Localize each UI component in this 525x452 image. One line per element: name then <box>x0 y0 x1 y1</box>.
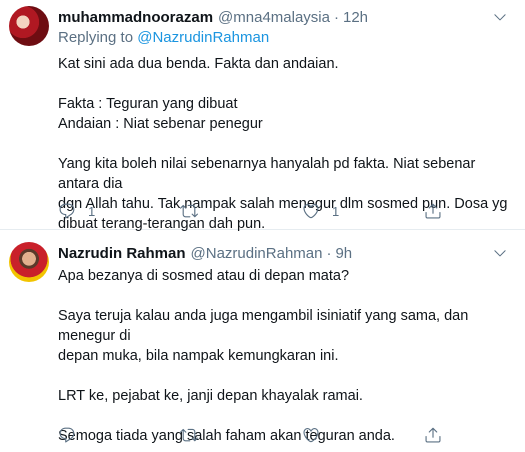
avatar[interactable] <box>9 242 49 282</box>
tweet-line: Andaian : Niat sebenar penegur <box>58 116 263 132</box>
share-button[interactable] <box>424 426 454 444</box>
separator-dot: · <box>326 244 332 262</box>
tweet-line: depan muka, bila nampak kemungkaran ini. <box>58 348 339 364</box>
replying-to-label: Replying to <box>58 29 134 46</box>
reply-count: 1 <box>88 203 96 219</box>
like-count: 1 <box>332 203 340 219</box>
retweet-button[interactable] <box>180 426 302 444</box>
heart-icon <box>303 204 319 219</box>
tweet-line: LRT ke, pejabat ke, janji depan khayalak… <box>58 388 363 404</box>
timestamp[interactable]: 12h <box>343 9 368 26</box>
retweet-icon <box>180 428 198 442</box>
tweet-2[interactable]: Nazrudin Rahman @NazrudinRahman · 9h Apa… <box>0 230 525 452</box>
reply-icon <box>59 427 75 443</box>
reply-button[interactable] <box>58 426 180 444</box>
replying-to-handle-link[interactable]: @NazrudinRahman <box>137 29 269 46</box>
tweet-1[interactable]: muhammadnoorazam @mna4malaysia · 12h Rep… <box>0 0 525 232</box>
tweet-line: Kat sini ada dua benda. Fakta dan andaia… <box>58 56 339 72</box>
retweet-button[interactable] <box>180 202 302 220</box>
author-handle[interactable]: @mna4malaysia <box>218 9 330 26</box>
tweet-content: Nazrudin Rahman @NazrudinRahman · 9h Apa… <box>58 242 513 446</box>
timestamp[interactable]: 9h <box>335 245 352 262</box>
author-handle[interactable]: @NazrudinRahman <box>191 245 323 262</box>
reply-button[interactable]: 1 <box>58 202 180 220</box>
heart-icon <box>303 428 319 443</box>
tweet-header: muhammadnoorazam @mna4malaysia · 12h <box>58 6 513 28</box>
share-button[interactable] <box>424 202 454 220</box>
author-name[interactable]: Nazrudin Rahman <box>58 245 186 262</box>
tweet-line: Fakta : Teguran yang dibuat <box>58 96 238 112</box>
share-icon <box>425 427 441 443</box>
tweet-header: Nazrudin Rahman @NazrudinRahman · 9h <box>58 242 513 264</box>
more-options-icon[interactable] <box>489 6 511 28</box>
like-button[interactable] <box>302 426 424 444</box>
tweet-line: Yang kita boleh nilai sebenarnya hanyala… <box>58 156 476 192</box>
tweet-actions: 1 1 <box>58 200 458 222</box>
tweet-actions <box>58 424 458 446</box>
tweet-text: Apa bezanya di sosmed atau di depan mata… <box>58 266 513 446</box>
tweet-line: Saya teruja kalau anda juga mengambil is… <box>58 308 469 344</box>
like-button[interactable]: 1 <box>302 202 424 220</box>
avatar[interactable] <box>9 6 49 46</box>
tweet-line: Apa bezanya di sosmed atau di depan mata… <box>58 268 350 284</box>
retweet-icon <box>180 204 198 218</box>
reply-icon <box>59 203 75 219</box>
share-icon <box>425 203 441 219</box>
more-options-icon[interactable] <box>489 242 511 264</box>
separator-dot: · <box>333 8 339 26</box>
replying-to: Replying to @NazrudinRahman <box>58 28 513 48</box>
author-name[interactable]: muhammadnoorazam <box>58 9 213 26</box>
